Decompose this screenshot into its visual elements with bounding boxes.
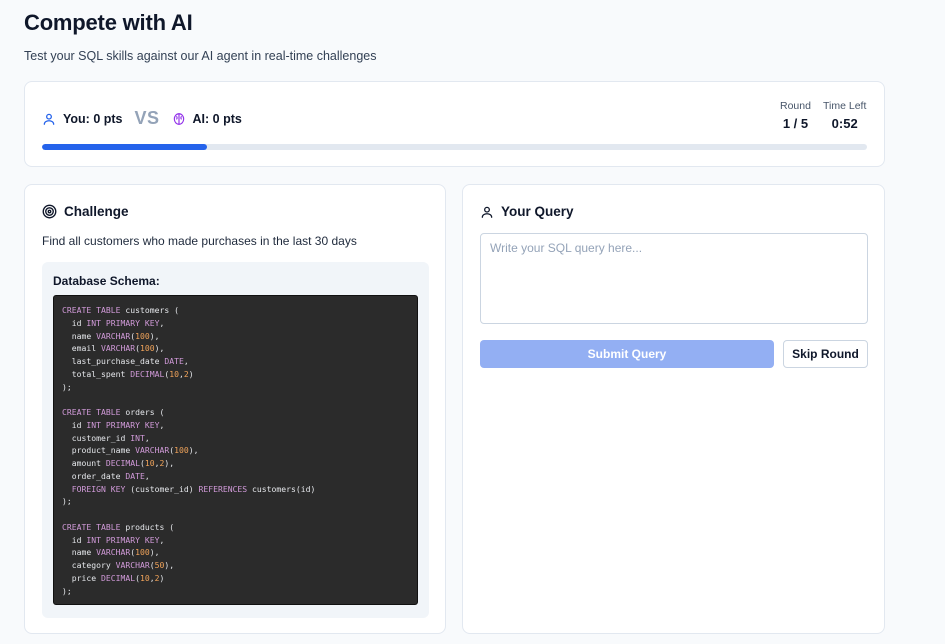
time-left-label: Time Left [823, 100, 867, 112]
ai-score-label: AI: 0 pts [192, 111, 242, 126]
round-label: Round [780, 100, 811, 112]
page-header: Compete with AI Test your SQL skills aga… [24, 10, 377, 63]
player-score: You: 0 pts [42, 112, 123, 126]
page-subtitle: Test your SQL skills against our AI agen… [24, 49, 377, 63]
challenge-heading: Challenge [42, 204, 129, 219]
player-score-label: You: 0 pts [63, 111, 123, 126]
skip-round-button[interactable]: Skip Round [783, 340, 868, 368]
versus-label: VS [134, 108, 160, 128]
user-icon [43, 113, 55, 125]
ai-score: AI: 0 pts [172, 112, 242, 126]
timer-stat: Time Left 0:52 [823, 100, 866, 131]
round-progress-track [42, 144, 867, 150]
score-row: You: 0 pts VS AI: 0 pts [42, 108, 242, 129]
sql-query-input[interactable] [480, 233, 868, 324]
brain-icon [173, 112, 184, 125]
submit-query-button[interactable]: Submit Query [480, 340, 774, 368]
time-left-value: 0:52 [831, 116, 858, 131]
page-title: Compete with AI [24, 10, 193, 35]
round-progress-fill [42, 144, 207, 150]
query-heading-label: Your Query [501, 204, 574, 219]
challenge-heading-label: Challenge [64, 204, 129, 219]
target-icon [42, 204, 57, 219]
user-icon [481, 206, 493, 218]
query-heading: Your Query [480, 204, 574, 219]
schema-panel: Database Schema: CREATE TABLE customers … [42, 262, 429, 618]
challenge-card: Challenge Find all customers who made pu… [24, 184, 446, 634]
schema-code-block: CREATE TABLE customers ( id INT PRIMARY … [53, 295, 418, 605]
round-value: 1 / 5 [782, 116, 809, 131]
schema-title: Database Schema: [53, 274, 160, 288]
scoreboard-card: You: 0 pts VS AI: 0 pts Round 1 / 5 Time… [24, 81, 885, 167]
challenge-description: Find all customers who made purchases in… [42, 234, 357, 248]
query-card: Your Query Submit Query Skip Round [462, 184, 885, 634]
round-stat: Round 1 / 5 [780, 100, 811, 131]
